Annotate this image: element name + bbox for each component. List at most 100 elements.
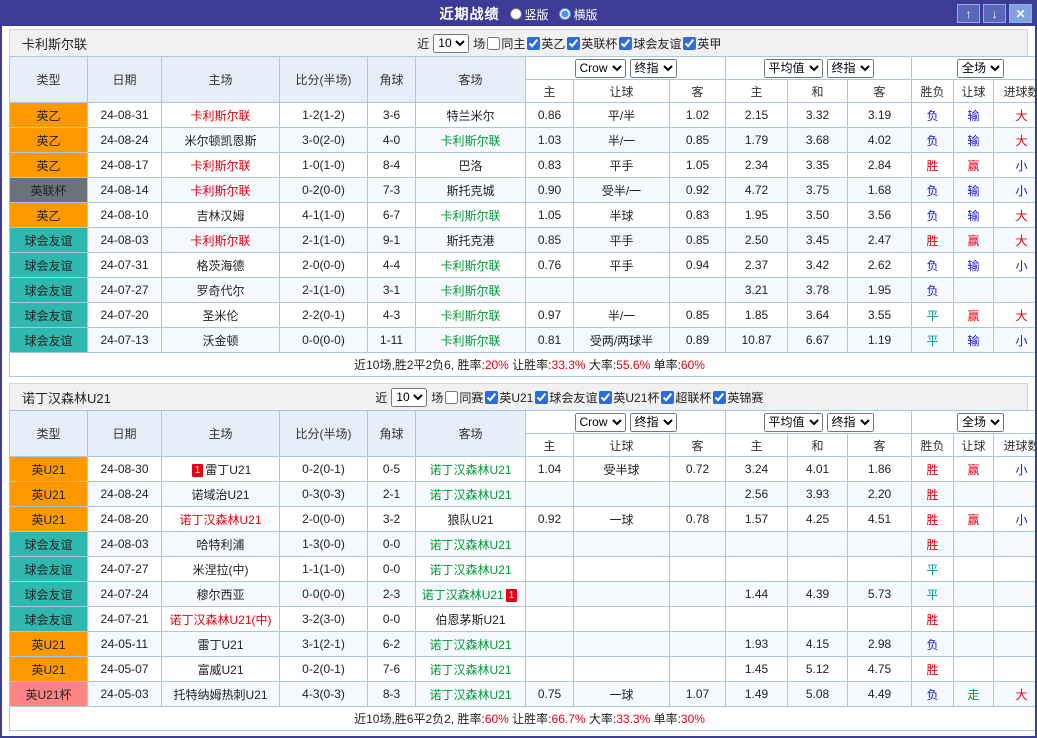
home-team[interactable]: 雷丁U21 — [161, 631, 280, 657]
home-team[interactable]: 卡利斯尔联 — [161, 102, 280, 128]
away-team[interactable]: 卡利斯尔联 — [415, 277, 526, 303]
avg-value-select[interactable]: 平均值 — [763, 58, 823, 78]
away-team[interactable]: 卡利斯尔联 — [415, 302, 526, 328]
away-team[interactable]: 卡利斯尔联 — [415, 202, 526, 228]
home-team[interactable]: 米涅拉(中) — [161, 556, 280, 582]
league-checkbox[interactable] — [567, 36, 581, 50]
column-header: 比分(半场) — [279, 56, 368, 103]
match-count-select[interactable]: 10 — [433, 33, 470, 53]
odds-company-select[interactable]: Crow — [574, 58, 626, 78]
away-team[interactable]: 诺丁汉森林U21 — [415, 531, 526, 557]
odds-away: 1.07 — [669, 681, 726, 707]
match-count-select[interactable]: 10 — [391, 387, 428, 407]
away-team[interactable]: 诺丁汉森林U21 — [415, 456, 526, 482]
league-checkbox[interactable] — [661, 390, 675, 404]
home-team[interactable]: 米尔顿凯恩斯 — [161, 127, 280, 153]
away-team[interactable]: 特兰米尔 — [415, 102, 526, 128]
away-team[interactable]: 狼队U21 — [415, 506, 526, 532]
avg-stage-select[interactable]: 终指 — [826, 58, 874, 78]
home-team[interactable]: 沃金顿 — [161, 327, 280, 353]
league-checkbox[interactable] — [619, 36, 633, 50]
away-team[interactable]: 伯恩茅斯U21 — [415, 606, 526, 632]
home-team[interactable]: 诺域治U21 — [161, 481, 280, 507]
same-venue-filter[interactable]: 同赛 — [445, 389, 483, 406]
away-team[interactable]: 卡利斯尔联 — [415, 327, 526, 353]
league-checkbox[interactable] — [713, 390, 727, 404]
away-team[interactable]: 卡利斯尔联 — [415, 252, 526, 278]
league-filter[interactable]: 球会友谊 — [619, 35, 681, 52]
away-team-name: 诺丁汉森林U21 — [429, 537, 512, 552]
home-team[interactable]: 卡利斯尔联 — [161, 177, 280, 203]
home-team[interactable]: 罗奇代尔 — [161, 277, 280, 303]
scroll-up-button[interactable]: ↑ — [957, 4, 980, 23]
avg-draw: 4.15 — [787, 631, 848, 657]
away-team[interactable]: 诺丁汉森林U21 — [415, 681, 526, 707]
home-team[interactable]: 托特纳姆热刺U21 — [161, 681, 280, 707]
summary-segment: 60% — [484, 712, 509, 726]
match-date: 24-07-13 — [87, 327, 162, 353]
home-team[interactable]: 卡利斯尔联 — [161, 227, 280, 253]
away-team[interactable]: 诺丁汉森林U21 — [415, 656, 526, 682]
league-filter[interactable]: 英甲 — [683, 35, 721, 52]
away-team[interactable]: 斯托克城 — [415, 177, 526, 203]
odds-company-select[interactable]: Crow — [574, 412, 626, 432]
same-venue-checkbox[interactable] — [445, 390, 459, 404]
handicap-line — [573, 531, 670, 557]
home-team[interactable]: 富威U21 — [161, 656, 280, 682]
column-header: 日期 — [87, 56, 162, 103]
handicap-line — [573, 277, 670, 303]
home-team[interactable]: 哈特利浦 — [161, 531, 280, 557]
match-scope-select[interactable]: 全场 — [957, 58, 1005, 78]
vertical-layout-radio[interactable] — [509, 8, 522, 20]
result-outcome: 平 — [911, 581, 955, 607]
match-row: 英U21 24-08-24 诺域治U21 0-3(0-3) 2-1 诺丁汉森林U21 2.5… — [9, 481, 1035, 507]
horizontal-layout-radio[interactable] — [558, 8, 571, 20]
away-team-name: 诺丁汉森林U21 — [429, 462, 512, 477]
home-team[interactable]: 诺丁汉森林U21 — [161, 506, 280, 532]
match-scope-select[interactable]: 全场 — [957, 412, 1005, 432]
away-team[interactable]: 诺丁汉森林U21 — [415, 556, 526, 582]
match-row: 球会友谊 24-07-24 穆尔西亚 0-0(0-0) 2-3 诺丁汉森林U21 1 1.44… — [9, 581, 1035, 607]
league-filter[interactable]: 英U21杯 — [599, 389, 659, 406]
layout-option-horizontal[interactable]: 横版 — [558, 6, 598, 23]
away-team[interactable]: 斯托克港 — [415, 227, 526, 253]
league-filter[interactable]: 超联杯 — [661, 389, 711, 406]
odds-away: 0.85 — [669, 302, 726, 328]
avg-stage-select[interactable]: 终指 — [826, 412, 874, 432]
home-team[interactable]: 1 雷丁U21 — [161, 456, 280, 482]
result-outcome: 胜 — [911, 656, 955, 682]
league-checkbox[interactable] — [527, 36, 541, 50]
league-checkbox[interactable] — [683, 36, 697, 50]
scroll-down-button[interactable]: ↓ — [983, 4, 1006, 23]
avg-value-select[interactable]: 平均值 — [763, 412, 823, 432]
league-filter[interactable]: 球会友谊 — [535, 389, 597, 406]
home-team[interactable]: 穆尔西亚 — [161, 581, 280, 607]
layout-option-vertical[interactable]: 竖版 — [509, 6, 549, 23]
same-venue-filter[interactable]: 同主 — [487, 35, 525, 52]
odds-stage-select[interactable]: 终指 — [629, 58, 677, 78]
home-team[interactable]: 吉林汉姆 — [161, 202, 280, 228]
away-team[interactable]: 诺丁汉森林U21 — [415, 631, 526, 657]
league-checkbox[interactable] — [485, 390, 499, 404]
league-filter[interactable]: 英U21 — [485, 389, 533, 406]
home-team[interactable]: 格茨海德 — [161, 252, 280, 278]
same-venue-checkbox[interactable] — [487, 36, 501, 50]
away-team[interactable]: 卡利斯尔联 — [415, 127, 526, 153]
corners: 1-11 — [367, 327, 416, 353]
league-filter[interactable]: 英联杯 — [567, 35, 617, 52]
home-team[interactable]: 圣米伦 — [161, 302, 280, 328]
home-team[interactable]: 诺丁汉森林U21(中) — [161, 606, 280, 632]
avg-away: 2.98 — [846, 631, 913, 657]
avg-away: 4.75 — [846, 656, 913, 682]
league-filter[interactable]: 英乙 — [527, 35, 565, 52]
league-label: 英锦赛 — [727, 390, 764, 405]
away-team[interactable]: 诺丁汉森林U21 — [415, 481, 526, 507]
league-filter[interactable]: 英锦赛 — [713, 389, 763, 406]
league-checkbox[interactable] — [535, 390, 549, 404]
away-team[interactable]: 诺丁汉森林U21 1 — [415, 581, 526, 607]
home-team[interactable]: 卡利斯尔联 — [161, 152, 280, 178]
league-checkbox[interactable] — [599, 390, 613, 404]
away-team[interactable]: 巴洛 — [415, 152, 526, 178]
odds-stage-select[interactable]: 终指 — [629, 412, 677, 432]
close-button[interactable]: ✕ — [1009, 4, 1032, 23]
